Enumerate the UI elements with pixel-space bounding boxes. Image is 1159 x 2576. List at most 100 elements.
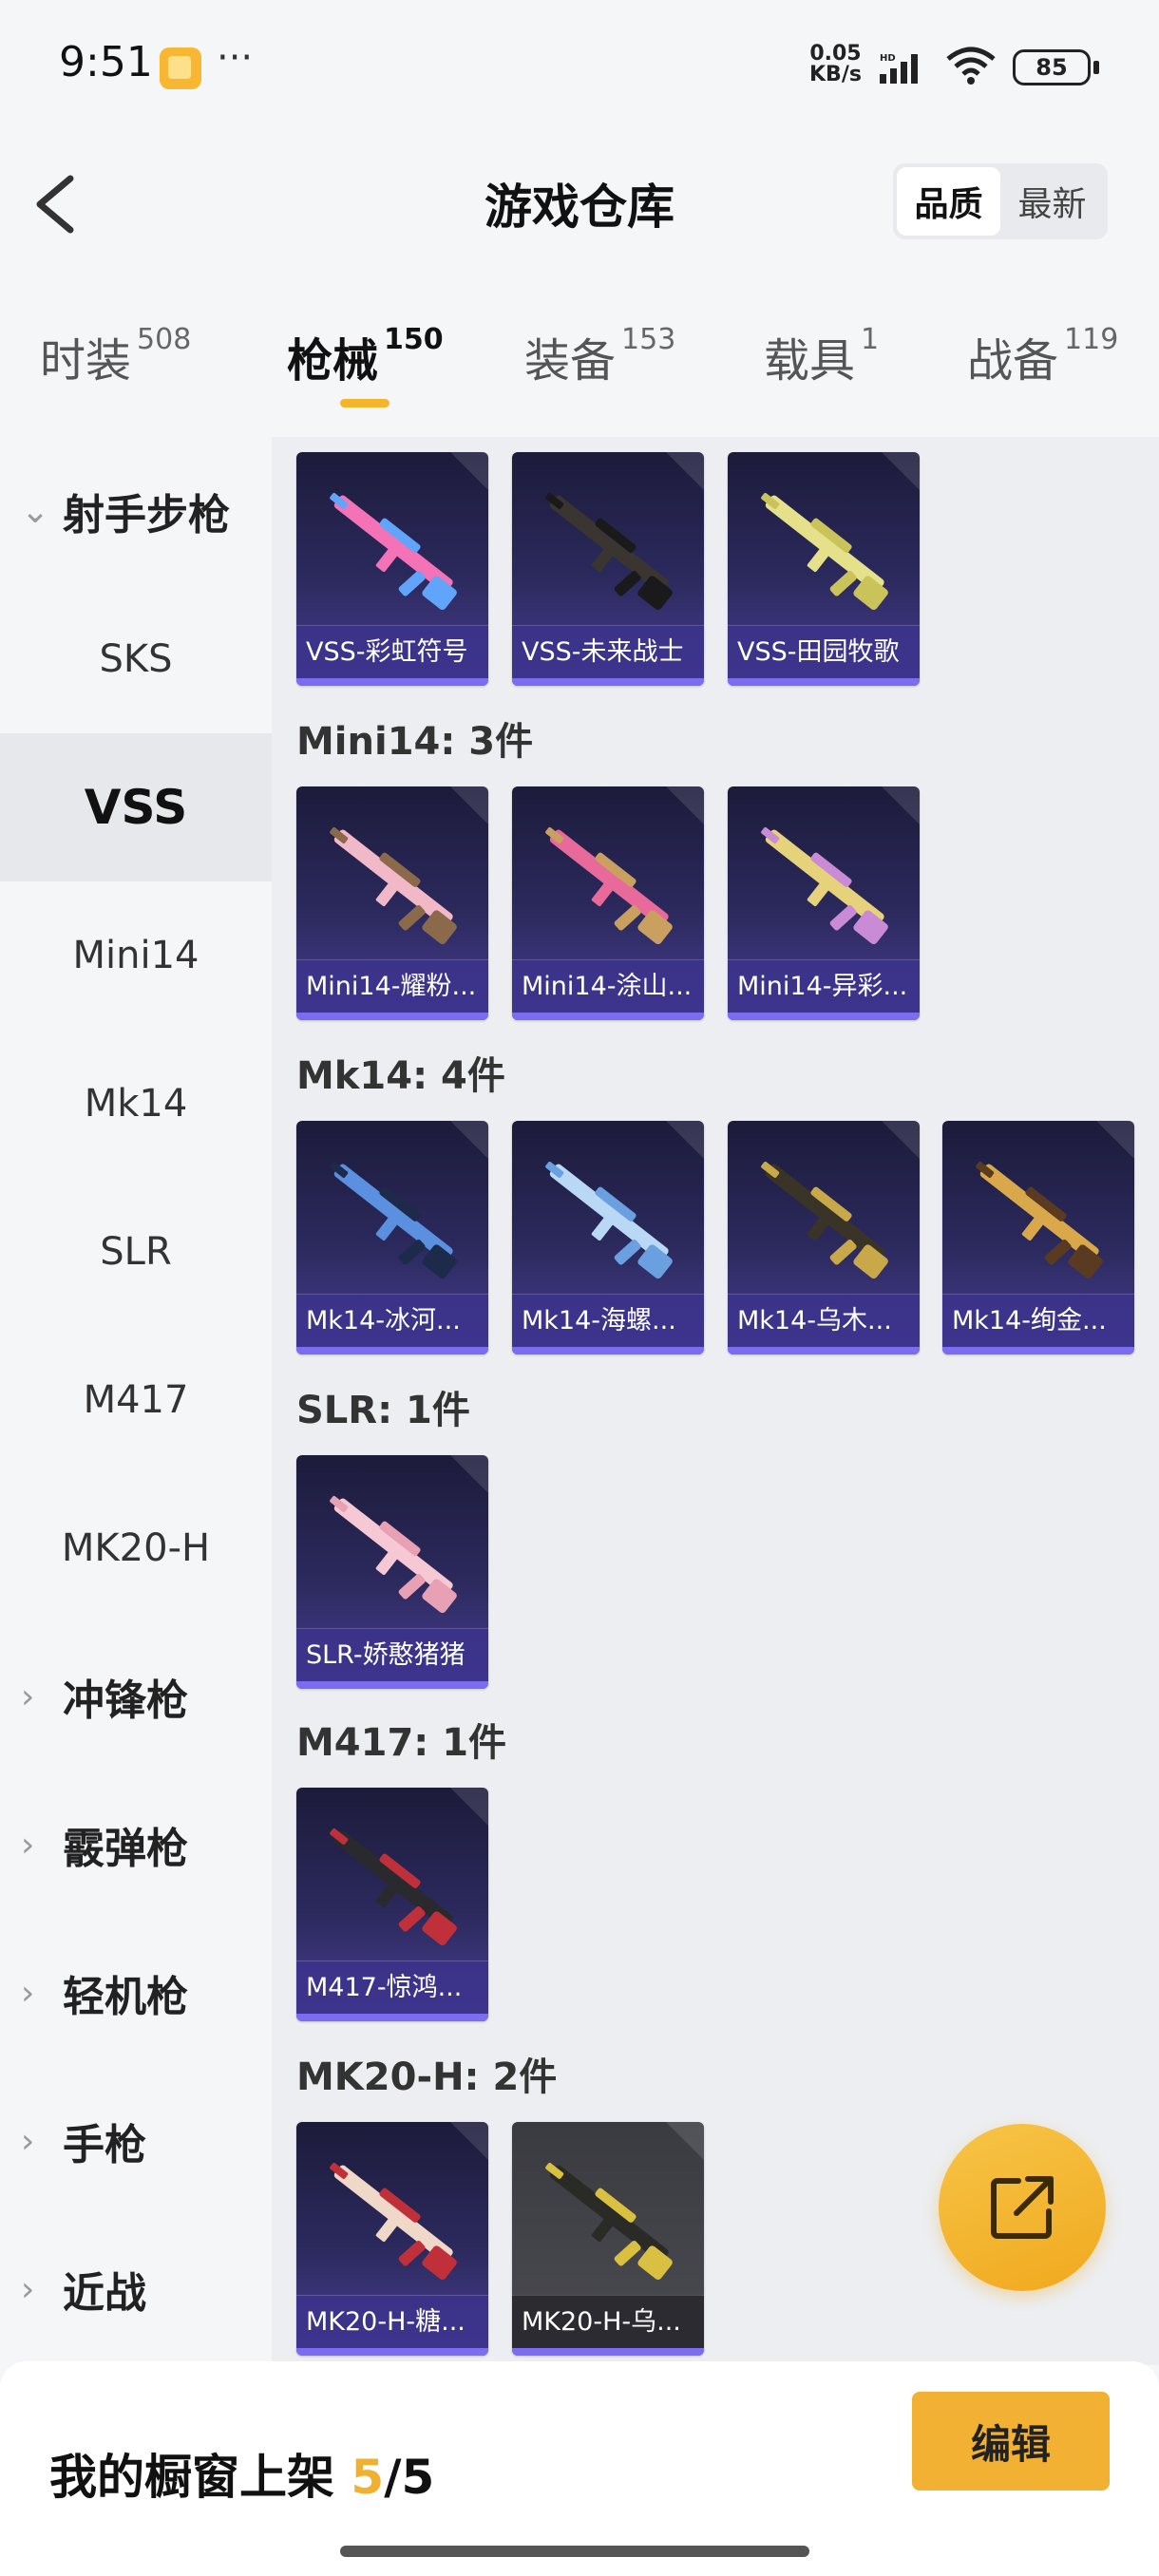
showcase-bar: 我的橱窗上架 5/5 编辑 [0,2361,1159,2576]
weapon-card[interactable]: Mini14-耀粉... [296,786,488,1020]
category-tabs: 时装 508 枪械 150 装备 153 载具 1 战备 119 [0,313,1159,427]
sidebar-item-label: 轻机枪 [63,1973,188,2021]
weapon-card[interactable]: Mk14-冰河... [296,1121,488,1354]
network-speed-unit: KB/s [809,63,862,86]
sidebar-group-smg[interactable]: › 冲锋枪 [0,1622,272,1771]
share-button[interactable] [939,2124,1106,2291]
more-notifications-icon: ··· [217,36,254,80]
tab-count: 1 [861,323,880,356]
sidebar-item-label: SLR [100,1230,172,1274]
sidebar-group-pistol[interactable]: › 手枪 [0,2067,272,2215]
showcase-label: 我的橱窗上架 [49,2450,352,2505]
tab-fashion[interactable]: 时装 508 [40,323,191,389]
tab-label: 装备 [524,334,617,388]
sidebar-item-label: MK20-H [61,1526,211,1570]
wifi-icon [946,47,996,85]
tab-label: 时装 [40,334,132,388]
signal-icon: HD [880,53,918,84]
sidebar-group-lmg[interactable]: › 轻机枪 [0,1919,272,2067]
weapon-sidebar: ⌄ 射手步枪 SKS VSS Mini14 Mk14 SLR M417 MK20-… [0,437,272,2365]
svg-text:HD: HD [880,53,896,64]
sidebar-item-mini14[interactable]: Mini14 [0,881,272,1030]
weapon-card[interactable]: Mk14-海螺... [512,1121,704,1354]
rifle-icon [545,1161,673,1279]
sidebar-group-marksman[interactable]: ⌄ 射手步枪 [0,437,272,585]
weapon-card[interactable]: VSS-田园牧歌 [728,452,920,686]
sidebar-item-vss[interactable]: VSS [0,733,272,881]
weapon-name: Mk14-绚金... [942,1294,1134,1347]
tab-count: 119 [1064,323,1119,356]
sidebar-group-shotgun[interactable]: › 霰弹枪 [0,1771,272,1919]
weapon-name: M417-惊鸿... [296,1960,488,2014]
tab-count: 508 [137,323,192,356]
weapon-name: MK20-H-糖... [296,2295,488,2348]
rifle-icon [545,826,673,945]
chevron-right-icon: › [21,1973,35,2013]
sidebar-item-label: SKS [99,637,173,681]
showcase-current: 5 [351,2450,385,2505]
weapon-card[interactable]: Mini14-涂山... [512,786,704,1020]
section-label-mk14: Mk14: 4件 [296,1054,505,1098]
weapon-name: Mk14-乌木... [728,1294,920,1347]
sidebar-group-melee[interactable]: › 近战 [0,2215,272,2363]
weapon-card[interactable]: MK20-H-乌... [512,2122,704,2356]
sidebar-item-label: 近战 [63,2269,146,2318]
weapon-card[interactable]: Mk14-乌木... [728,1121,920,1354]
section-label-m417: M417: 1件 [296,1721,507,1765]
weapon-name: MK20-H-乌... [512,2295,704,2348]
active-tab-indicator [340,399,390,407]
chevron-right-icon: › [21,1825,35,1865]
sidebar-item-mk20h[interactable]: MK20-H [0,1474,272,1622]
weapon-card[interactable]: Mk14-绚金... [942,1121,1134,1354]
weapon-card[interactable]: MK20-H-糖... [296,2122,488,2356]
network-speed: 0.05 KB/s [809,44,862,85]
chevron-right-icon: › [21,1676,35,1716]
tab-vehicles[interactable]: 载具 1 [764,323,879,389]
weapon-card[interactable]: VSS-彩虹符号 [296,452,488,686]
sidebar-item-m417[interactable]: M417 [0,1326,272,1474]
section-label-mk20h: MK20-H: 2件 [296,2055,558,2099]
rifle-icon [761,492,888,611]
chevron-down-icon: ⌄ [21,491,50,531]
status-bar: 9:51 ··· 0.05 KB/s HD 85 [0,0,1159,133]
tab-combat-supplies[interactable]: 战备 119 [967,323,1118,389]
sidebar-item-sks[interactable]: SKS [0,585,272,733]
rifle-icon [761,1161,888,1279]
weapon-card[interactable]: SLR-娇憨猪猪 [296,1455,488,1689]
rifle-icon [976,1161,1103,1279]
rifle-icon [330,492,457,611]
sort-quality-button[interactable]: 品质 [897,167,1000,236]
sidebar-item-slr[interactable]: SLR [0,1178,272,1326]
weapon-name: SLR-娇憨猪猪 [296,1628,488,1681]
tab-label: 战备 [967,334,1059,388]
rifle-icon [330,826,457,945]
rifle-icon [330,2162,457,2281]
status-time: 9:51 [59,38,153,86]
tab-guns[interactable]: 枪械 150 [287,323,444,389]
rifle-icon [330,1161,457,1279]
section-label-slr: SLR: 1件 [296,1389,470,1432]
rifle-icon [545,2162,673,2281]
home-indicator[interactable] [340,2546,809,2557]
sidebar-item-label: 射手步枪 [63,491,230,540]
chevron-right-icon: › [21,2269,35,2309]
sidebar-item-mk14[interactable]: Mk14 [0,1030,272,1178]
showcase-count: 我的橱窗上架 5/5 [49,2439,434,2508]
sidebar-item-label: 冲锋枪 [63,1676,188,1725]
sort-latest-button[interactable]: 最新 [1000,167,1104,236]
weapon-name: Mk14-冰河... [296,1294,488,1347]
top-bar: 游戏仓库 品质 最新 [0,142,1159,256]
weapon-name: VSS-彩虹符号 [296,625,488,678]
tab-equipment[interactable]: 装备 153 [524,323,675,389]
weapon-card[interactable]: VSS-未来战士 [512,452,704,686]
weapon-card[interactable]: M417-惊鸿... [296,1788,488,2021]
weapon-card[interactable]: Mini14-异彩... [728,786,920,1020]
edit-button[interactable]: 编辑 [912,2392,1110,2491]
tab-label: 枪械 [287,334,379,388]
tab-label: 载具 [764,334,856,388]
weapon-name: Mini14-涂山... [512,959,704,1013]
tab-count: 150 [384,323,444,356]
rifle-icon [761,826,888,945]
weapon-name: Mk14-海螺... [512,1294,704,1347]
sidebar-item-label: 手枪 [63,2121,146,2169]
